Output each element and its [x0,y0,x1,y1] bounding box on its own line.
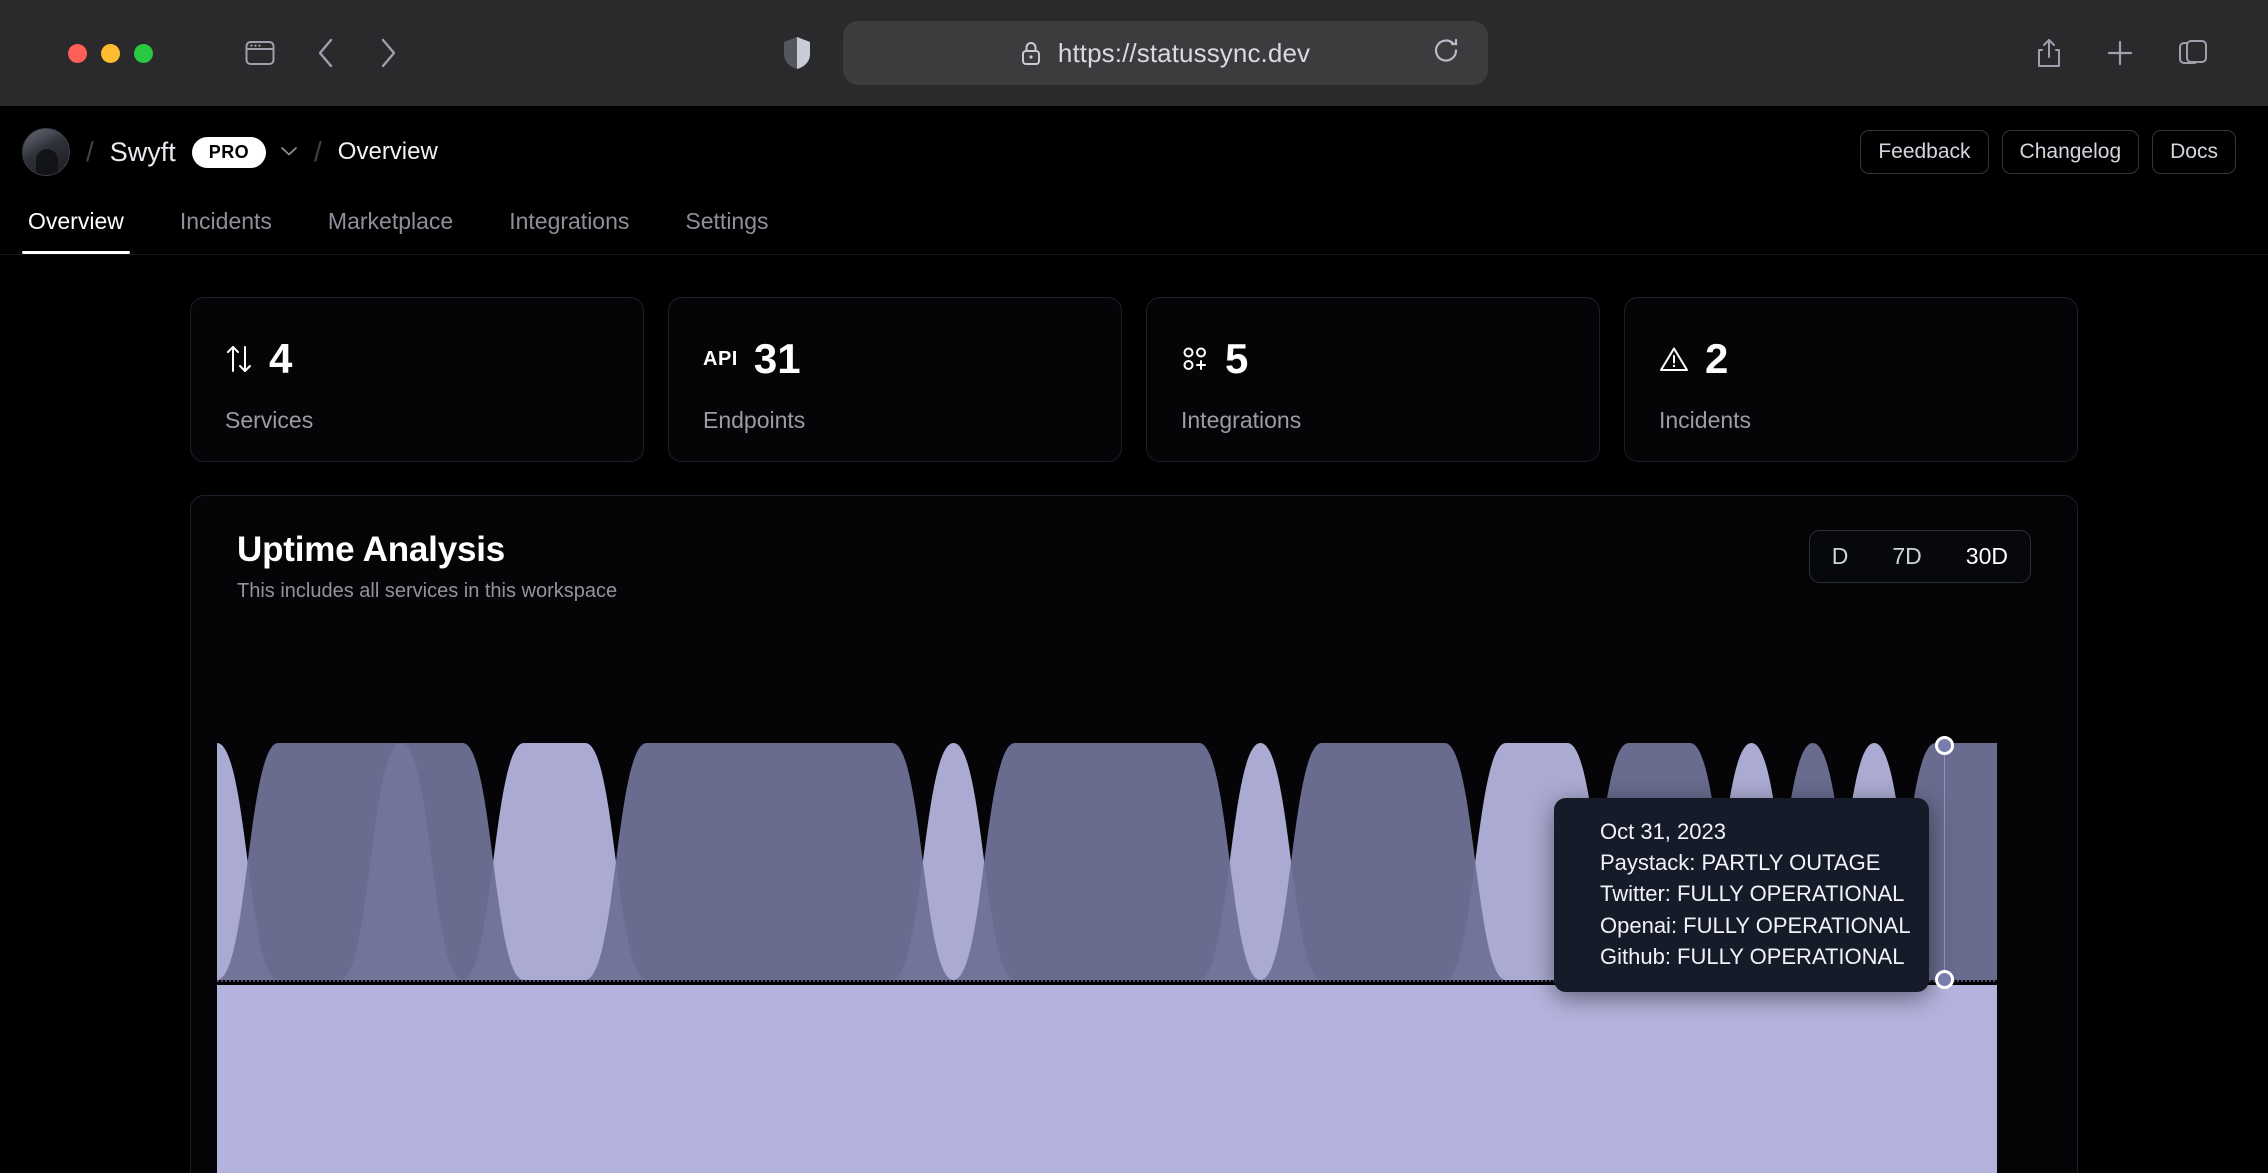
stats-row: 4 Services API 31 Endpoints 5 Integratio… [0,297,2268,462]
range-button-7d[interactable]: 7D [1870,531,1943,582]
tooltip-row-openai: Openai: FULLY OPERATIONAL [1600,912,1911,938]
tab-bar: Overview Incidents Marketplace Integrati… [0,198,2268,254]
chart-subtitle: This includes all services in this works… [237,580,618,602]
app-header: / Swyft PRO / Overview Feedback Changelo… [0,106,2268,198]
tab-marketplace[interactable]: Marketplace [322,198,459,254]
avatar[interactable] [22,128,70,176]
tooltip-row-paystack: Paystack: PARTLY OUTAGE [1600,850,1881,876]
range-toggle-group: D 7D 30D [1808,530,2031,583]
stat-card-services[interactable]: 4 Services [190,297,644,462]
stat-value: 2 [1705,335,1729,382]
org-name[interactable]: Swyft [110,137,176,168]
stat-label: Services [225,407,314,433]
url-text: https://statussync.dev [1057,37,1311,68]
stat-value: 31 [753,335,801,382]
header-actions: Feedback Changelog Docs [1860,130,2236,174]
breadcrumb-current-page: Overview [337,138,438,165]
warning-triangle-icon [1659,345,1689,373]
tab-settings[interactable]: Settings [679,198,774,254]
stat-label: Integrations [1181,407,1302,433]
page-content: 4 Services API 31 Endpoints 5 Integratio… [0,255,2268,1173]
tooltip-row-twitter: Twitter: FULLY OPERATIONAL [1600,881,1905,907]
chart-cursor-handle-bottom[interactable] [1935,970,1954,989]
tab-incidents[interactable]: Incidents [174,198,278,254]
tooltip-date: Oct 31, 2023 [1600,819,1726,844]
chart-title: Uptime Analysis [237,530,506,569]
api-icon: API [703,347,738,370]
privacy-shield-icon[interactable] [781,35,813,71]
docs-button[interactable]: Docs [2152,130,2236,174]
reload-icon[interactable] [1432,37,1460,70]
stat-label: Endpoints [703,407,806,433]
stat-card-endpoints[interactable]: API 31 Endpoints [668,297,1122,462]
chevron-down-icon[interactable] [280,142,298,162]
stat-card-integrations[interactable]: 5 Integrations [1146,297,1600,462]
range-button-d[interactable]: D [1810,531,1871,582]
tab-overview[interactable]: Overview [22,198,130,254]
blocks-add-icon [1181,345,1209,373]
chart-cursor-line [1944,745,1945,980]
feedback-button[interactable]: Feedback [1860,130,1989,174]
plan-badge: PRO [191,136,267,168]
tab-integrations[interactable]: Integrations [503,198,635,254]
arrows-up-down-icon [225,343,253,375]
browser-toolbar: https://statussync.dev [0,0,2268,106]
chart-cursor-handle-top[interactable] [1935,736,1954,755]
chart-tooltip: Oct 31, 2023 Paystack: PARTLY OUTAGE Twi… [1554,798,1929,993]
changelog-button[interactable]: Changelog [2001,130,2140,174]
breadcrumb-separator-2: / [314,136,322,167]
stat-card-incidents[interactable]: 2 Incidents [1624,297,2078,462]
lock-icon [1020,40,1042,66]
tooltip-row-github: Github: FULLY OPERATIONAL [1600,943,1905,969]
range-button-30d[interactable]: 30D [1944,531,2030,582]
stat-value: 4 [269,335,293,382]
app-viewport: / Swyft PRO / Overview Feedback Changelo… [0,106,2268,1173]
stat-value: 5 [1225,335,1249,382]
breadcrumb-separator-1: / [86,136,94,167]
stat-label: Incidents [1659,407,1752,433]
address-bar[interactable]: https://statussync.dev [842,21,1488,85]
